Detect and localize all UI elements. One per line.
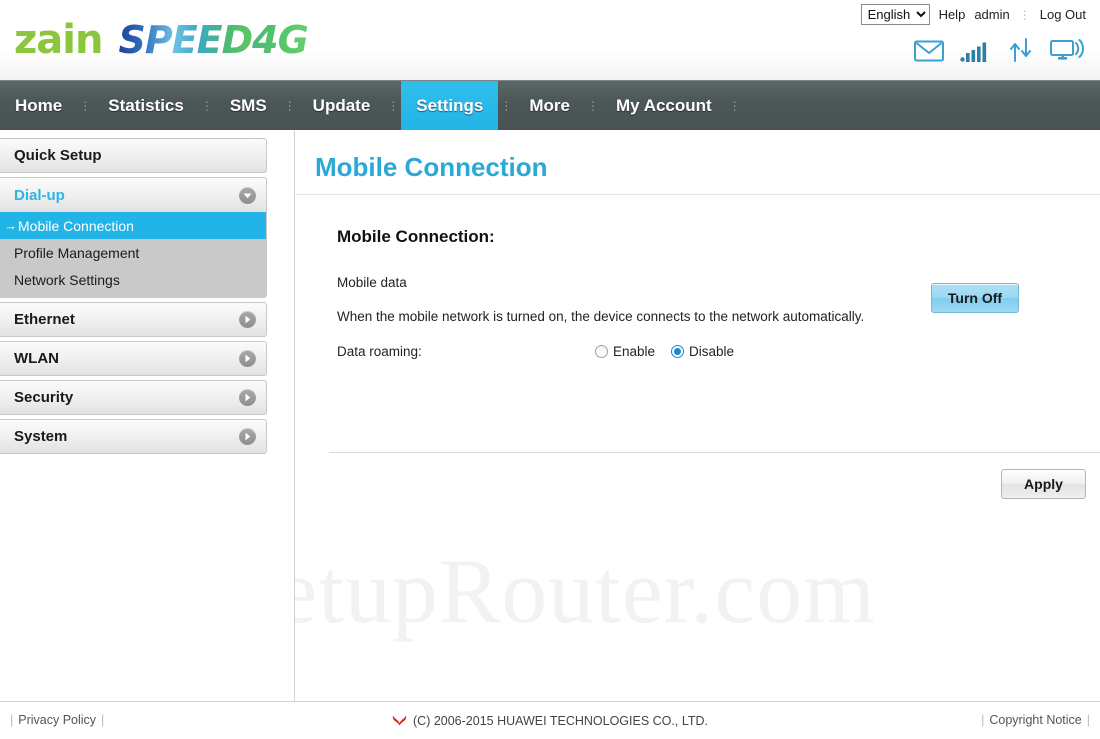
footer-right: | Copyright Notice | — [981, 713, 1090, 727]
radio-mark-icon[interactable] — [595, 344, 608, 358]
mobile-connection-panel: Mobile Connection: Mobile data When the … — [295, 195, 1100, 499]
sidebar-subitem-label: Network Settings — [14, 271, 120, 288]
sidebar-label: Quick Setup — [14, 147, 102, 164]
nav-item-settings[interactable]: Settings — [401, 81, 499, 130]
nav-item-my-account[interactable]: My Account — [601, 81, 727, 130]
sidebar-group-ethernet: Ethernet — [0, 302, 267, 337]
radio-mark-icon[interactable] — [671, 344, 685, 358]
arrow-right-icon: → — [4, 218, 17, 233]
nav-item-sms[interactable]: SMS — [215, 81, 282, 130]
sidebar-item-security[interactable]: Security — [0, 380, 267, 415]
sidebar-item-quick-setup[interactable]: Quick Setup — [0, 138, 267, 173]
speed-wordmark: SPEED — [118, 18, 253, 62]
zain-wordmark: zain — [14, 17, 103, 63]
radio-enable[interactable]: Enable — [595, 344, 655, 359]
sidebar-item-mobile-connection[interactable]: → Mobile Connection — [0, 212, 266, 239]
nav-separator: ⋮ — [79, 98, 92, 113]
sidebar-group-security: Security — [0, 380, 267, 415]
sidebar-group-system: System — [0, 419, 267, 454]
chevron-right-icon[interactable] — [239, 311, 256, 328]
utility-separator: ⋮ — [1018, 7, 1031, 22]
nav-separator: ⋮ — [728, 98, 741, 113]
sidebar-label: Ethernet — [14, 311, 75, 328]
page-body: Quick Setup Dial-up → Mobile Connection … — [0, 130, 1100, 701]
data-roaming-radio-group: Enable Disable — [595, 344, 734, 359]
sidebar-subitem-label: Mobile Connection — [18, 217, 134, 234]
sidebar-label: Security — [14, 389, 74, 406]
nav-separator: ⋮ — [387, 98, 400, 113]
sidebar-label: Dial-up — [14, 186, 65, 204]
main-navigation: Home ⋮ Statistics ⋮ SMS ⋮ Update ⋮ Setti… — [0, 80, 1100, 130]
nav-separator: ⋮ — [586, 98, 599, 113]
nav-separator: ⋮ — [200, 98, 213, 113]
page-footer: | Privacy Policy | (C) 2006-2015 HUAWEI … — [0, 701, 1100, 739]
nav-separator: ⋮ — [500, 98, 513, 113]
nav-item-statistics[interactable]: Statistics — [93, 81, 199, 130]
header-utility-bar: English Help admin ⋮ Log Out — [860, 4, 1086, 25]
page-header: zain SPEED 4G English Help admin ⋮ Log O… — [0, 0, 1100, 80]
admin-link[interactable]: admin — [974, 7, 1009, 22]
mobile-data-label: Mobile data — [337, 274, 407, 290]
sidebar-group-wlan: WLAN — [0, 341, 267, 376]
radio-disable[interactable]: Disable — [671, 344, 734, 359]
nav-separator: ⋮ — [283, 98, 296, 113]
help-link[interactable]: Help — [939, 7, 966, 22]
page-title: Mobile Connection — [315, 152, 548, 182]
sidebar: Quick Setup Dial-up → Mobile Connection … — [0, 130, 295, 701]
radio-disable-label: Disable — [689, 343, 735, 359]
brand-logo: zain SPEED 4G — [14, 16, 309, 64]
sidebar-submenu-dial-up: → Mobile Connection Profile Management N… — [0, 212, 267, 298]
huawei-logo-icon — [392, 713, 407, 729]
nav-item-home[interactable]: Home — [0, 81, 77, 130]
chevron-down-icon[interactable] — [239, 186, 256, 204]
nav-item-update[interactable]: Update — [298, 81, 386, 130]
connected-device-icon[interactable] — [1050, 38, 1084, 67]
chevron-right-icon[interactable] — [239, 350, 256, 367]
turn-off-button[interactable]: Turn Off — [931, 283, 1019, 313]
data-roaming-label: Data roaming: — [337, 343, 422, 359]
radio-enable-label: Enable — [613, 343, 656, 359]
chevron-right-icon[interactable] — [239, 428, 256, 445]
fourg-wordmark: 4G — [252, 18, 309, 62]
nav-item-more[interactable]: More — [514, 81, 585, 130]
sidebar-group-dial-up: Dial-up → Mobile Connection Profile Mana… — [0, 177, 267, 298]
sidebar-item-profile-management[interactable]: Profile Management — [0, 239, 266, 266]
sidebar-item-dial-up[interactable]: Dial-up — [0, 177, 267, 212]
apply-button[interactable]: Apply — [1001, 469, 1086, 499]
chevron-right-icon[interactable] — [239, 389, 256, 406]
content-area: Mobile Connection Mobile Connection: Mob… — [295, 130, 1100, 701]
signal-strength-icon[interactable] — [960, 40, 992, 67]
sidebar-item-wlan[interactable]: WLAN — [0, 341, 267, 376]
footer-center: (C) 2006-2015 HUAWEI TECHNOLOGIES CO., L… — [0, 713, 1100, 729]
language-select[interactable]: English — [860, 4, 930, 25]
sidebar-label: WLAN — [14, 350, 59, 367]
copyright-notice-link[interactable]: Copyright Notice — [989, 713, 1081, 727]
copyright-text: (C) 2006-2015 HUAWEI TECHNOLOGIES CO., L… — [413, 714, 708, 728]
sidebar-group-quick-setup: Quick Setup — [0, 138, 267, 173]
section-heading: Mobile Connection: — [337, 227, 495, 246]
status-icon-bar — [914, 38, 1084, 67]
sidebar-item-ethernet[interactable]: Ethernet — [0, 302, 267, 337]
sidebar-item-system[interactable]: System — [0, 419, 267, 454]
data-transfer-icon[interactable] — [1008, 38, 1034, 67]
sidebar-label: System — [14, 428, 68, 445]
sms-envelope-icon[interactable] — [914, 40, 944, 67]
logout-link[interactable]: Log Out — [1040, 7, 1086, 22]
data-roaming-row: Data roaming: Enable Disable — [337, 340, 1100, 362]
panel-divider — [329, 452, 1100, 453]
sidebar-item-network-settings[interactable]: Network Settings — [0, 266, 266, 293]
footer-pipe: | — [1086, 713, 1090, 727]
sidebar-subitem-label: Profile Management — [14, 244, 140, 261]
footer-pipe: | — [981, 713, 985, 727]
